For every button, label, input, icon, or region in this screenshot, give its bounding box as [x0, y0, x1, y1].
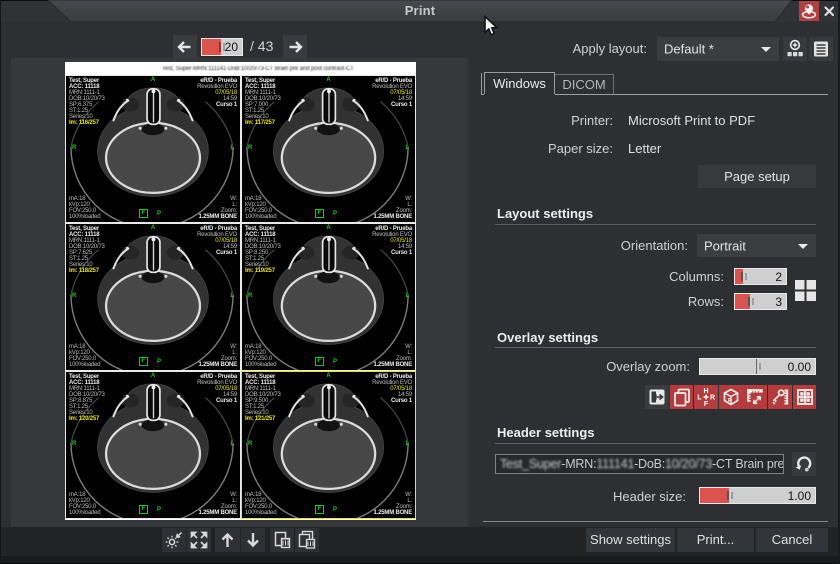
svg-text:F: F	[704, 401, 709, 408]
svg-text:R: R	[710, 395, 715, 402]
svg-text:L: L	[698, 395, 703, 402]
svg-text:H: H	[704, 388, 709, 395]
svg-text:R: R	[728, 398, 732, 404]
